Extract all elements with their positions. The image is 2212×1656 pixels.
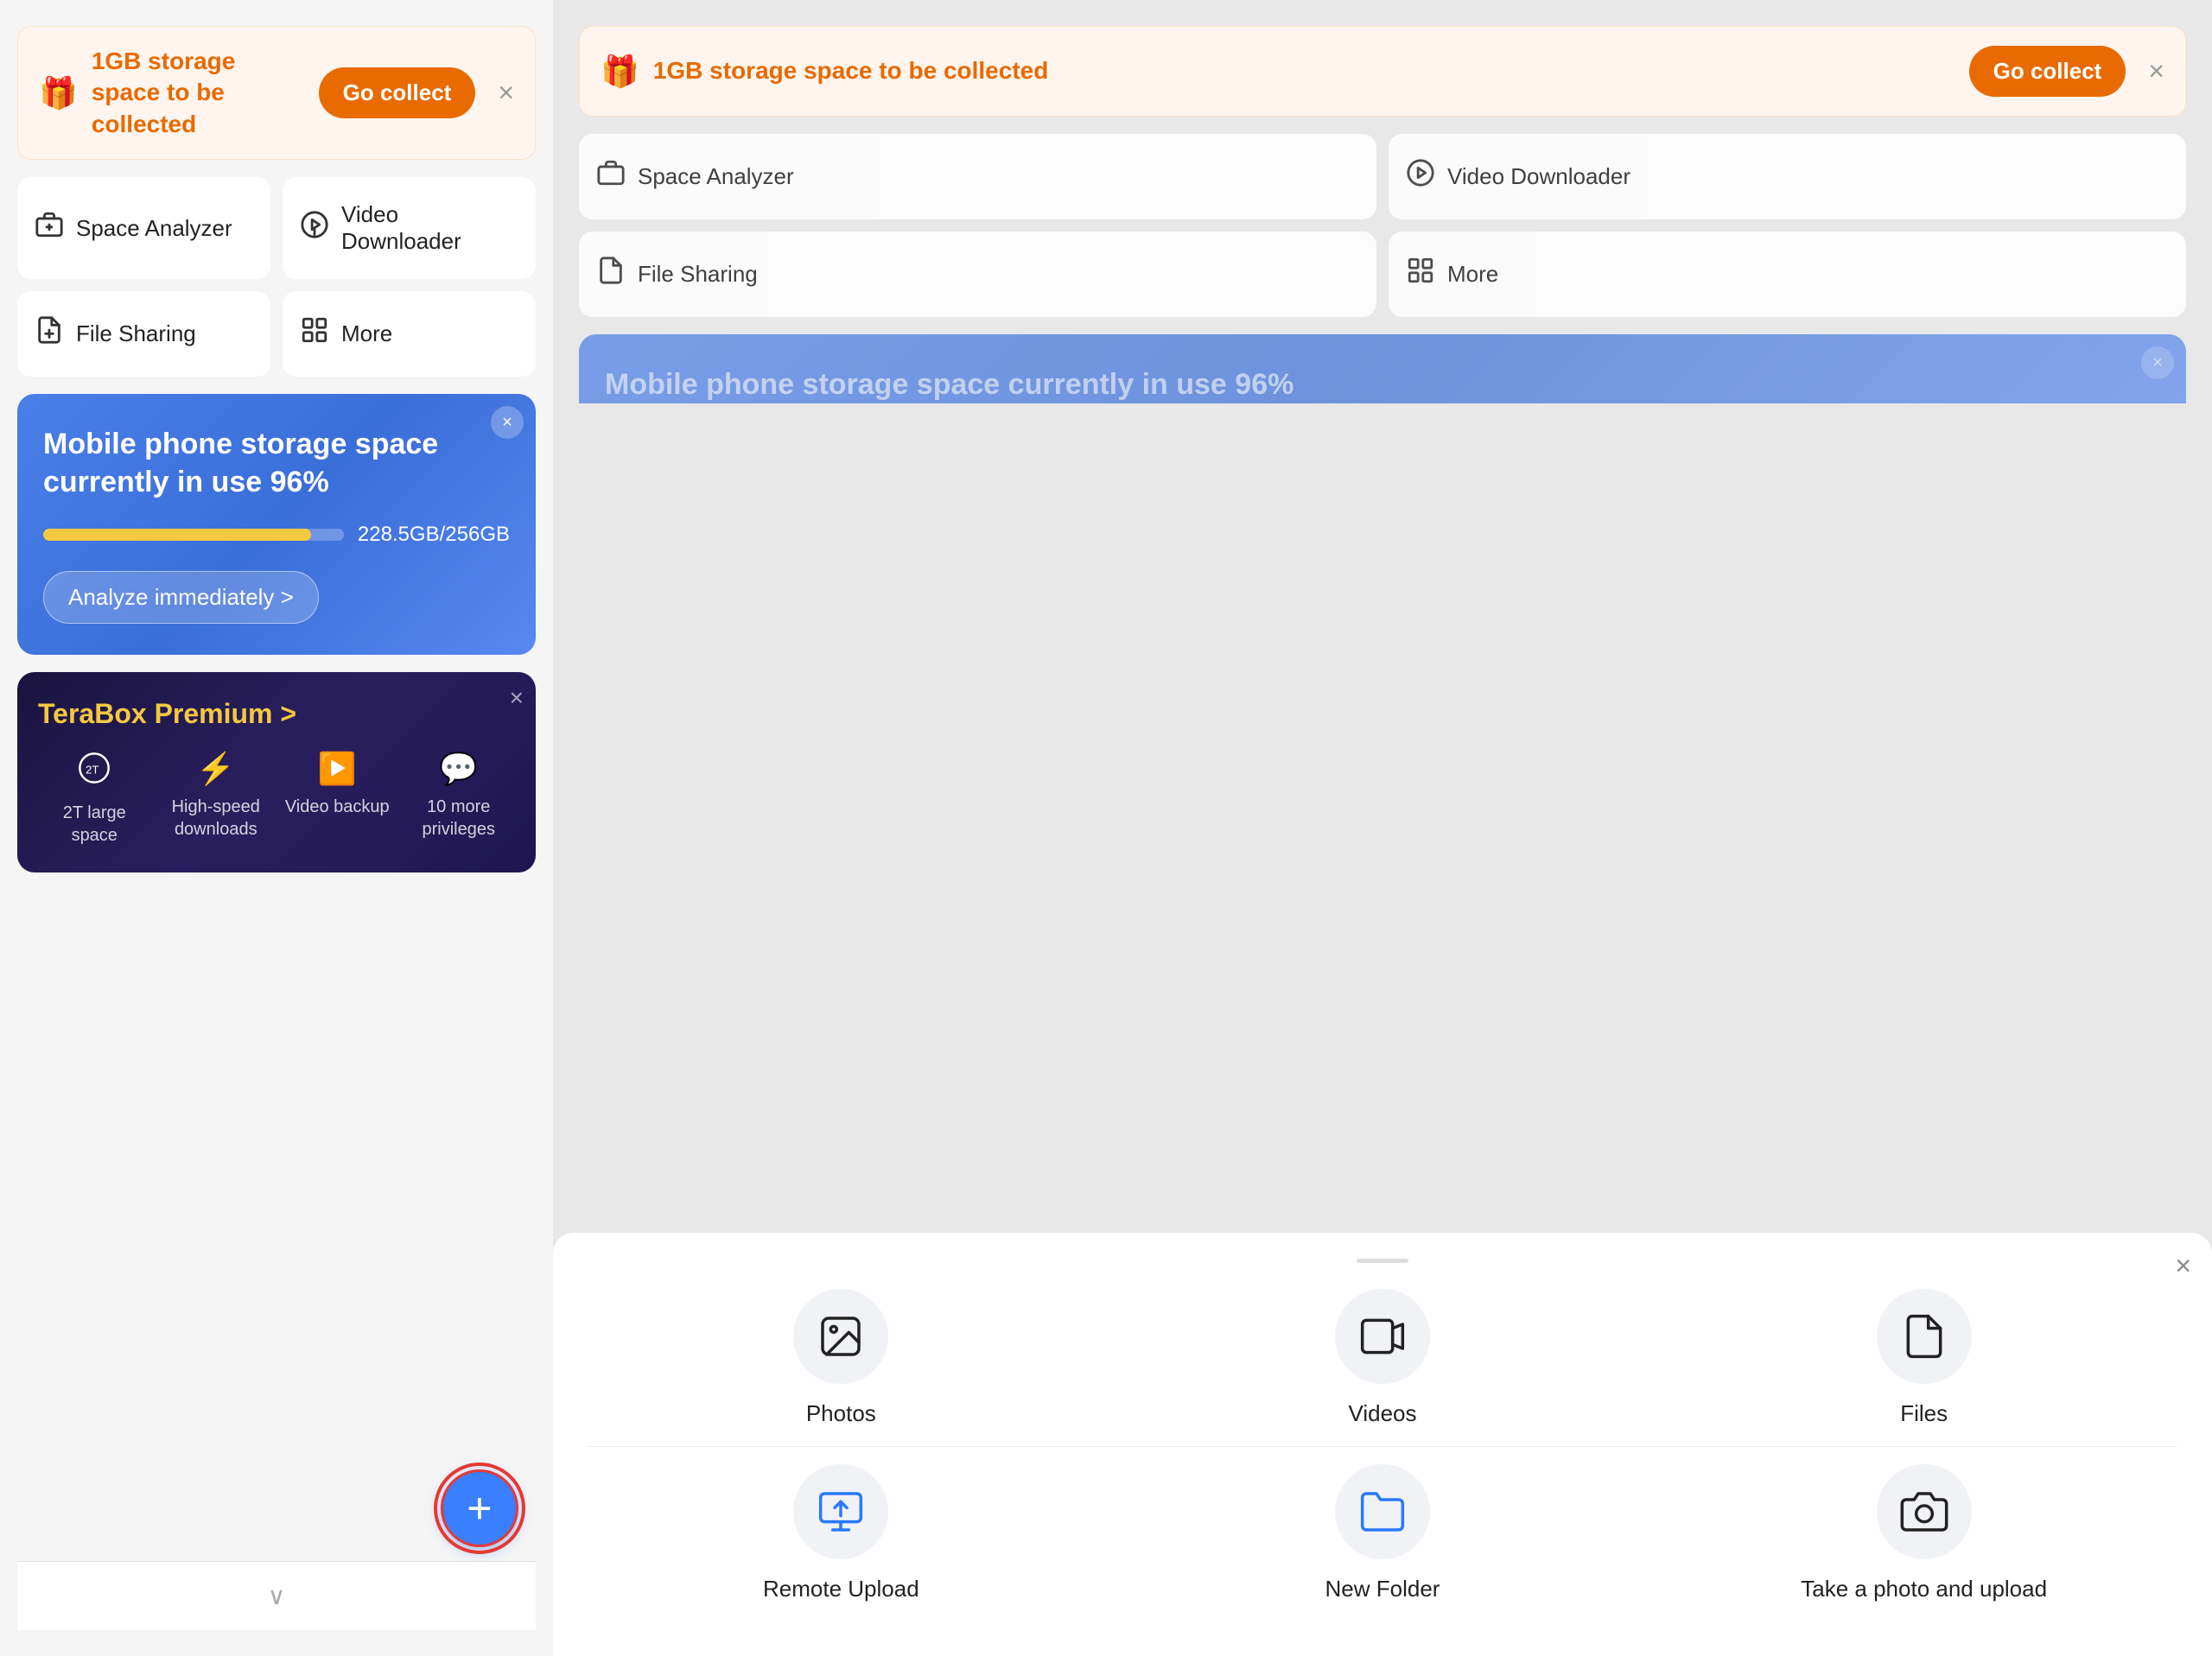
go-collect-button-left[interactable]: Go collect <box>319 67 476 118</box>
storage-card-left: × Mobile phone storage space currently i… <box>17 394 536 654</box>
new-folder-icon-bg <box>1335 1464 1430 1559</box>
highspeed-label: High-speed downloads <box>160 796 273 841</box>
2t-space-icon: 2T <box>77 751 111 793</box>
left-panel: 🎁 1GB storage space to be collected Go c… <box>0 0 553 1656</box>
promo-banner-left: 🎁 1GB storage space to be collected Go c… <box>17 26 536 160</box>
space-analyzer-label-right: Space Analyzer <box>638 163 794 190</box>
storage-card-right: × Mobile phone storage space currently i… <box>579 334 2186 403</box>
file-sharing-label-left: File Sharing <box>76 320 196 347</box>
progress-bar-bg-left <box>43 529 344 541</box>
files-label: Files <box>1900 1399 1948 1429</box>
svg-text:2T: 2T <box>86 763 99 776</box>
videos-icon-bg <box>1335 1289 1430 1384</box>
photos-icon-bg <box>793 1289 888 1384</box>
progress-row-left: 228.5GB/256GB <box>43 523 510 547</box>
videos-label: Videos <box>1348 1399 1416 1429</box>
file-sharing-icon-left <box>35 315 64 352</box>
go-collect-button-right[interactable]: Go collect <box>1969 46 2126 97</box>
space-analyzer-icon-left <box>35 210 64 247</box>
storage-card-close-left[interactable]: × <box>491 406 524 439</box>
tool-file-sharing-right[interactable]: File Sharing <box>579 232 1376 317</box>
analyze-button-left[interactable]: Analyze immediately > <box>43 571 319 624</box>
fab-plus-icon: + <box>467 1487 492 1530</box>
tool-grid-left: Space Analyzer Video Downloader File Sha… <box>17 177 536 377</box>
storage-title-right: Mobile phone storage space currently in … <box>605 365 2160 403</box>
space-analyzer-label-left: Space Analyzer <box>76 215 232 242</box>
tool-space-analyzer-left[interactable]: Space Analyzer <box>17 177 270 279</box>
premium-features-left: 2T 2T large space ⚡ High-speed downloads… <box>38 751 515 847</box>
modal-new-folder[interactable]: New Folder <box>1129 1464 1637 1604</box>
more-privileges-icon: 💬 <box>439 751 478 787</box>
premium-close-left[interactable]: × <box>510 684 524 712</box>
promo-close-left[interactable]: × <box>498 77 514 109</box>
premium-feature-more: 💬 10 more privileges <box>403 751 516 847</box>
premium-feature-highspeed: ⚡ High-speed downloads <box>160 751 273 847</box>
premium-title-left[interactable]: TeraBox Premium > <box>38 698 515 730</box>
storage-card-close-right[interactable]: × <box>2141 346 2174 379</box>
storage-title-left: Mobile phone storage space currently in … <box>43 425 510 501</box>
take-photo-icon-bg <box>1877 1464 1972 1559</box>
video-downloader-label-left: Video Downloader <box>341 201 518 255</box>
tool-more-left[interactable]: More <box>283 291 536 377</box>
tool-grid-right: Space Analyzer Video Downloader File Sha… <box>579 134 2186 317</box>
right-panel: 🎁 1GB storage space to be collected Go c… <box>553 0 2212 1656</box>
video-downloader-icon-left <box>300 210 329 247</box>
remote-upload-icon-bg <box>793 1464 888 1559</box>
modal-videos[interactable]: Videos <box>1129 1289 1637 1429</box>
video-backup-icon: ▶️ <box>318 751 357 787</box>
modal-take-photo[interactable]: Take a photo and upload <box>1670 1464 2177 1604</box>
gift-icon-left: 🎁 <box>39 75 78 111</box>
space-analyzer-icon-right <box>596 158 626 195</box>
premium-feature-video: ▶️ Video backup <box>281 751 394 847</box>
promo-text-right: 1GB storage space to be collected <box>653 55 1955 86</box>
progress-bar-fill-left <box>43 529 311 541</box>
modal-files[interactable]: Files <box>1670 1289 2177 1429</box>
modal-row-1: Photos Videos Files <box>588 1289 2177 1429</box>
promo-banner-right: 🎁 1GB storage space to be collected Go c… <box>579 26 2186 117</box>
tool-more-right[interactable]: More <box>1389 232 2186 317</box>
tool-file-sharing-left[interactable]: File Sharing <box>17 291 270 377</box>
files-icon-bg <box>1877 1289 1972 1384</box>
right-top: 🎁 1GB storage space to be collected Go c… <box>553 0 2212 441</box>
promo-text-left: 1GB storage space to be collected <box>92 46 305 140</box>
highspeed-icon: ⚡ <box>196 751 235 787</box>
file-sharing-label-right: File Sharing <box>638 261 758 288</box>
video-downloader-label-right: Video Downloader <box>1447 163 1630 190</box>
tool-space-analyzer-right[interactable]: Space Analyzer <box>579 134 1376 219</box>
modal-remote-upload[interactable]: Remote Upload <box>588 1464 1095 1604</box>
premium-feature-2t: 2T 2T large space <box>38 751 151 847</box>
file-sharing-icon-right <box>596 256 626 293</box>
new-folder-label: New Folder <box>1325 1575 1440 1604</box>
remote-upload-label: Remote Upload <box>763 1575 919 1604</box>
more-icon-right <box>1406 256 1435 293</box>
video-downloader-icon-right <box>1406 158 1435 195</box>
tool-video-downloader-right[interactable]: Video Downloader <box>1389 134 2186 219</box>
2t-space-label: 2T large space <box>38 802 151 847</box>
more-label-left: More <box>341 320 392 347</box>
modal-row-divider <box>588 1446 2177 1447</box>
gift-icon-right: 🎁 <box>601 54 639 90</box>
progress-label-left: 228.5GB/256GB <box>358 523 510 547</box>
more-privileges-label: 10 more privileges <box>403 796 516 841</box>
take-photo-label: Take a photo and upload <box>1801 1575 2047 1604</box>
photos-label: Photos <box>806 1399 876 1429</box>
modal-close-button[interactable]: × <box>2175 1250 2191 1282</box>
promo-close-right[interactable]: × <box>2148 55 2164 87</box>
modal-photos[interactable]: Photos <box>588 1289 1095 1429</box>
premium-card-left: × TeraBox Premium > 2T 2T large space ⚡ … <box>17 672 536 872</box>
bottom-arrow-left: ∨ <box>268 1582 286 1610</box>
modal-drag-handle <box>1357 1259 1408 1263</box>
more-icon-left <box>300 315 329 352</box>
tool-video-downloader-left[interactable]: Video Downloader <box>283 177 536 279</box>
modal-row-2: Remote Upload New Folder Take a photo an… <box>588 1464 2177 1604</box>
more-label-right: More <box>1447 261 1498 288</box>
video-backup-label: Video backup <box>285 796 390 818</box>
upload-modal: × Photos Videos <box>553 1233 2212 1656</box>
fab-button[interactable]: + <box>441 1469 518 1547</box>
